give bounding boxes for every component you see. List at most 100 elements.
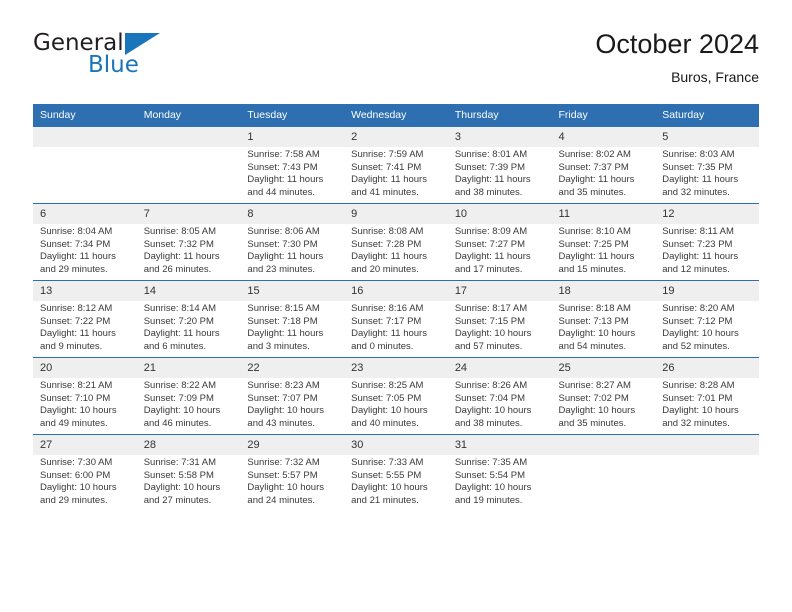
calendar-day-cell[interactable]: 14 Sunrise: 8:14 AM Sunset: 7:20 PM Dayl… (136, 280, 241, 358)
day-number: 6 (33, 204, 137, 224)
calendar-day-cell[interactable]: 16 Sunrise: 8:16 AM Sunset: 7:17 PM Dayl… (344, 280, 448, 358)
sunrise-text: Sunrise: 8:23 AM (247, 380, 320, 391)
sunset-text: Sunset: 7:12 PM (662, 315, 733, 327)
calendar-day-cell[interactable] (136, 126, 241, 204)
daylight-text-line2: and 40 minutes. (351, 417, 419, 429)
day-details: Sunrise: 7:35 AM Sunset: 5:54 PM Dayligh… (448, 455, 552, 507)
calendar-day-cell[interactable]: 26 Sunrise: 8:28 AM Sunset: 7:01 PM Dayl… (655, 357, 759, 435)
calendar-day-cell[interactable]: 12 Sunrise: 8:11 AM Sunset: 7:23 PM Dayl… (655, 203, 759, 281)
sunset-text: Sunset: 7:27 PM (454, 238, 526, 250)
calendar-day-cell[interactable]: 2 Sunrise: 7:59 AM Sunset: 7:41 PM Dayli… (344, 126, 448, 204)
daylight-text-line2: and 26 minutes. (143, 263, 212, 275)
day-details: Sunrise: 7:31 AM Sunset: 5:58 PM Dayligh… (137, 455, 241, 507)
calendar-day-cell[interactable]: 18 Sunrise: 8:18 AM Sunset: 7:13 PM Dayl… (551, 280, 656, 358)
day-details: Sunrise: 8:22 AM Sunset: 7:09 PM Dayligh… (137, 378, 241, 430)
day-number: 18 (551, 281, 656, 301)
daylight-text-line2: and 29 minutes. (40, 494, 108, 506)
day-details: Sunrise: 8:01 AM Sunset: 7:39 PM Dayligh… (448, 147, 552, 199)
calendar-day-cell[interactable]: 29 Sunrise: 7:32 AM Sunset: 5:57 PM Dayl… (240, 434, 345, 511)
day-details: Sunrise: 8:08 AM Sunset: 7:28 PM Dayligh… (344, 224, 448, 276)
day-details: Sunrise: 8:03 AM Sunset: 7:35 PM Dayligh… (655, 147, 759, 199)
daylight-text-line2: and 27 minutes. (143, 494, 212, 506)
daylight-text-line2: and 35 minutes. (558, 186, 627, 198)
day-details: Sunrise: 8:14 AM Sunset: 7:20 PM Dayligh… (137, 301, 241, 353)
calendar-day-cell[interactable]: 9 Sunrise: 8:08 AM Sunset: 7:28 PM Dayli… (344, 203, 448, 281)
sunrise-text: Sunrise: 8:01 AM (454, 149, 528, 160)
calendar-day-cell[interactable]: 28 Sunrise: 7:31 AM Sunset: 5:58 PM Dayl… (136, 434, 241, 511)
sunset-text: Sunset: 7:37 PM (558, 161, 629, 173)
calendar-day-cell[interactable]: 5 Sunrise: 8:03 AM Sunset: 7:35 PM Dayli… (655, 126, 759, 204)
sunrise-text: Sunrise: 8:04 AM (40, 226, 113, 237)
calendar-day-cell[interactable]: 7 Sunrise: 8:05 AM Sunset: 7:32 PM Dayli… (136, 203, 241, 281)
calendar-day-cell[interactable]: 25 Sunrise: 8:27 AM Sunset: 7:02 PM Dayl… (551, 357, 656, 435)
calendar-day-cell[interactable]: 21 Sunrise: 8:22 AM Sunset: 7:09 PM Dayl… (136, 357, 241, 435)
sunrise-text: Sunrise: 8:11 AM (662, 226, 734, 237)
sunrise-text: Sunrise: 8:14 AM (143, 303, 217, 314)
sunset-text: Sunset: 7:17 PM (351, 315, 422, 327)
day-number: 17 (447, 281, 552, 301)
day-details: Sunrise: 7:33 AM Sunset: 5:55 PM Dayligh… (344, 455, 448, 507)
calendar-day-cell[interactable]: 3 Sunrise: 8:01 AM Sunset: 7:39 PM Dayli… (447, 126, 552, 204)
day-number: 4 (551, 127, 656, 147)
calendar-day-cell[interactable]: 31 Sunrise: 7:35 AM Sunset: 5:54 PM Dayl… (447, 434, 552, 511)
day-number: 28 (136, 435, 241, 455)
sunset-text: Sunset: 7:28 PM (351, 238, 422, 250)
calendar-week-row: 27 Sunrise: 7:30 AM Sunset: 6:00 PM Dayl… (33, 434, 759, 511)
daylight-text-line2: and 46 minutes. (143, 417, 212, 429)
sunset-text: Sunset: 7:09 PM (143, 392, 214, 404)
daylight-text-line1: Daylight: 11 hours (351, 251, 427, 263)
calendar-day-cell[interactable]: 15 Sunrise: 8:15 AM Sunset: 7:18 PM Dayl… (240, 280, 345, 358)
calendar-day-cell[interactable]: 22 Sunrise: 8:23 AM Sunset: 7:07 PM Dayl… (240, 357, 345, 435)
calendar-day-cell[interactable]: 24 Sunrise: 8:26 AM Sunset: 7:04 PM Dayl… (447, 357, 552, 435)
calendar-day-cell[interactable] (551, 434, 656, 511)
weekday-header-saturday: Saturday (655, 104, 759, 127)
calendar-day-cell[interactable]: 27 Sunrise: 7:30 AM Sunset: 6:00 PM Dayl… (33, 434, 137, 511)
calendar-day-cell[interactable]: 20 Sunrise: 8:21 AM Sunset: 7:10 PM Dayl… (33, 357, 137, 435)
calendar-day-cell[interactable]: 4 Sunrise: 8:02 AM Sunset: 7:37 PM Dayli… (551, 126, 656, 204)
day-number: 3 (447, 127, 552, 147)
daylight-text-line1: Daylight: 10 hours (247, 482, 324, 494)
calendar-week-row: 20 Sunrise: 8:21 AM Sunset: 7:10 PM Dayl… (33, 357, 759, 435)
page-title: October 2024 (595, 29, 759, 59)
daylight-text-line2: and 19 minutes. (454, 494, 523, 506)
day-number: 31 (447, 435, 552, 455)
daylight-text-line1: Daylight: 10 hours (143, 482, 221, 494)
calendar-day-cell[interactable]: 6 Sunrise: 8:04 AM Sunset: 7:34 PM Dayli… (33, 203, 137, 281)
calendar-day-cell[interactable]: 17 Sunrise: 8:17 AM Sunset: 7:15 PM Dayl… (447, 280, 552, 358)
day-number (33, 127, 137, 147)
day-details: Sunrise: 8:18 AM Sunset: 7:13 PM Dayligh… (552, 301, 656, 353)
daylight-text-line1: Daylight: 11 hours (247, 251, 324, 263)
day-details: Sunrise: 7:59 AM Sunset: 7:41 PM Dayligh… (344, 147, 448, 199)
daylight-text-line2: and 24 minutes. (247, 494, 316, 506)
daylight-text-line2: and 52 minutes. (662, 340, 730, 352)
calendar-day-cell[interactable]: 19 Sunrise: 8:20 AM Sunset: 7:12 PM Dayl… (655, 280, 759, 358)
daylight-text-line2: and 6 minutes. (143, 340, 207, 352)
daylight-text-line1: Daylight: 10 hours (247, 405, 324, 417)
calendar-body: 1 Sunrise: 7:58 AM Sunset: 7:43 PM Dayli… (33, 126, 759, 511)
calendar-day-cell[interactable] (33, 126, 137, 204)
sunset-text: Sunset: 7:15 PM (454, 315, 526, 327)
daylight-text-line2: and 49 minutes. (40, 417, 108, 429)
calendar-day-cell[interactable]: 11 Sunrise: 8:10 AM Sunset: 7:25 PM Dayl… (551, 203, 656, 281)
calendar-day-cell[interactable]: 13 Sunrise: 8:12 AM Sunset: 7:22 PM Dayl… (33, 280, 137, 358)
sunrise-text: Sunrise: 8:02 AM (558, 149, 631, 160)
daylight-text-line1: Daylight: 10 hours (351, 482, 428, 494)
calendar-day-cell[interactable]: 8 Sunrise: 8:06 AM Sunset: 7:30 PM Dayli… (240, 203, 345, 281)
day-number (136, 127, 241, 147)
calendar-grid: Sunday Monday Tuesday Wednesday Thursday… (33, 104, 759, 511)
sunrise-text: Sunrise: 8:26 AM (454, 380, 528, 391)
calendar-day-cell[interactable]: 30 Sunrise: 7:33 AM Sunset: 5:55 PM Dayl… (344, 434, 448, 511)
day-details (137, 147, 241, 149)
calendar-day-cell[interactable]: 23 Sunrise: 8:25 AM Sunset: 7:05 PM Dayl… (344, 357, 448, 435)
daylight-text-line1: Daylight: 11 hours (247, 328, 324, 340)
daylight-text-line2: and 35 minutes. (558, 417, 627, 429)
day-details: Sunrise: 7:32 AM Sunset: 5:57 PM Dayligh… (240, 455, 344, 507)
calendar-day-cell[interactable]: 10 Sunrise: 8:09 AM Sunset: 7:27 PM Dayl… (447, 203, 552, 281)
day-details: Sunrise: 8:02 AM Sunset: 7:37 PM Dayligh… (552, 147, 656, 199)
page-subtitle: Buros, France (671, 69, 759, 85)
calendar-day-cell[interactable] (655, 434, 759, 511)
sunset-text: Sunset: 7:04 PM (454, 392, 526, 404)
sunrise-text: Sunrise: 8:03 AM (662, 149, 735, 160)
brand-logo[interactable]: General Blue (33, 30, 293, 90)
calendar-day-cell[interactable]: 1 Sunrise: 7:58 AM Sunset: 7:43 PM Dayli… (240, 126, 345, 204)
